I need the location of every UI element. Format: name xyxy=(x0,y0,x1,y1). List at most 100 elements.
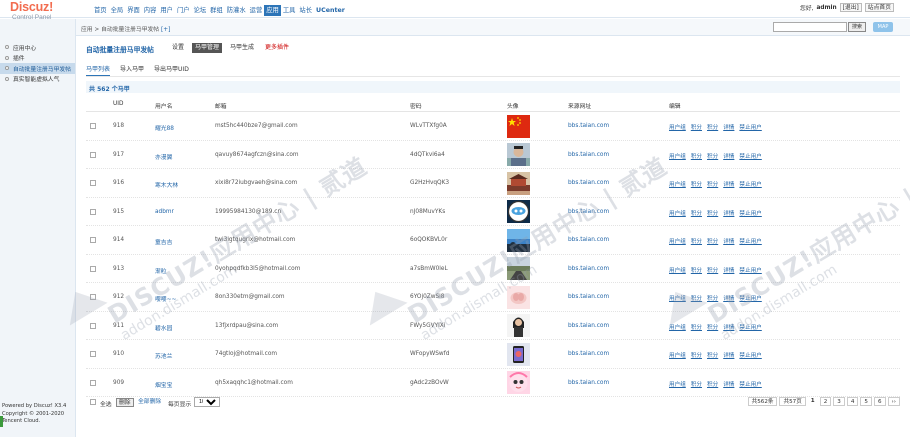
nav-item-12[interactable]: 站长 xyxy=(297,5,314,16)
search-button[interactable]: 搜索 xyxy=(848,22,866,32)
action-link-1[interactable]: 积分 xyxy=(691,209,702,217)
action-link-4[interactable]: 禁止用户 xyxy=(739,323,761,331)
source-link[interactable]: bbs.taian.com xyxy=(568,237,609,243)
username-link[interactable]: 嘤嘤~~ xyxy=(155,294,176,303)
action-link-4[interactable]: 禁止用户 xyxy=(739,152,761,160)
tab-3[interactable]: 更多插件 xyxy=(262,43,292,53)
action-link-2[interactable]: 积分 xyxy=(707,266,718,274)
action-link-1[interactable]: 积分 xyxy=(691,380,702,388)
source-link[interactable]: bbs.taian.com xyxy=(568,380,609,386)
action-link-3[interactable]: 详情 xyxy=(723,294,734,302)
action-link-1[interactable]: 积分 xyxy=(691,323,702,331)
pager-item-8[interactable]: ›› xyxy=(887,397,900,406)
action-link-1[interactable]: 积分 xyxy=(691,152,702,160)
row-checkbox[interactable] xyxy=(90,151,96,158)
action-link-0[interactable]: 用户组 xyxy=(669,209,686,217)
username-link[interactable]: 苏池兰 xyxy=(155,351,172,360)
action-link-0[interactable]: 用户组 xyxy=(669,180,686,188)
row-checkbox[interactable] xyxy=(90,351,96,357)
action-link-0[interactable]: 用户组 xyxy=(669,123,686,131)
collapse-toggle[interactable]: [+] xyxy=(161,27,170,33)
action-link-2[interactable]: 积分 xyxy=(707,237,718,245)
sidebar-item-1[interactable]: 插件 xyxy=(0,53,75,64)
per-page-select[interactable]: 10 xyxy=(194,397,220,407)
action-link-3[interactable]: 详情 xyxy=(723,237,734,245)
action-link-2[interactable]: 积分 xyxy=(707,152,718,160)
action-link-2[interactable]: 积分 xyxy=(707,209,718,217)
map-button[interactable]: MAP xyxy=(873,22,893,32)
action-link-4[interactable]: 禁止用户 xyxy=(739,351,761,359)
source-link[interactable]: bbs.taian.com xyxy=(568,180,609,186)
action-link-4[interactable]: 禁止用户 xyxy=(739,266,761,274)
tab-0[interactable]: 设置 xyxy=(169,43,187,53)
pager-item-5[interactable]: 4 xyxy=(846,397,859,406)
action-link-2[interactable]: 积分 xyxy=(707,351,718,359)
username-link[interactable]: 渐粒 xyxy=(155,266,167,275)
action-link-4[interactable]: 禁止用户 xyxy=(739,380,761,388)
action-link-4[interactable]: 禁止用户 xyxy=(739,294,761,302)
site-home-button[interactable]: 站点首页 xyxy=(864,3,894,12)
source-link[interactable]: bbs.taian.com xyxy=(568,123,609,129)
logout-button[interactable]: [退出] xyxy=(839,3,862,12)
source-link[interactable]: bbs.taian.com xyxy=(568,209,609,215)
action-link-3[interactable]: 详情 xyxy=(723,209,734,217)
nav-item-8[interactable]: 防灌水 xyxy=(225,5,248,16)
sidebar-item-2[interactable]: 自动批量注册马甲发帖 xyxy=(0,63,75,74)
row-checkbox[interactable] xyxy=(90,322,96,329)
nav-item-7[interactable]: 群组 xyxy=(208,5,225,16)
source-link[interactable]: bbs.taian.com xyxy=(568,351,609,357)
action-link-3[interactable]: 详情 xyxy=(723,351,734,359)
action-link-4[interactable]: 禁止用户 xyxy=(739,209,761,217)
pager-item-4[interactable]: 3 xyxy=(833,397,845,406)
username-link[interactable]: 烟宝宝 xyxy=(155,380,172,389)
action-link-0[interactable]: 用户组 xyxy=(669,266,686,274)
delete-all-button[interactable]: 全部删除 xyxy=(136,398,163,407)
username-link[interactable]: 童吉吉 xyxy=(155,237,172,246)
nav-item-10[interactable]: 应用 xyxy=(264,5,281,16)
nav-item-11[interactable]: 工具 xyxy=(281,5,298,16)
row-checkbox[interactable] xyxy=(90,237,96,243)
source-link[interactable]: bbs.taian.com xyxy=(568,323,609,329)
sidebar-item-0[interactable]: 应用中心 xyxy=(0,42,75,53)
nav-item-13[interactable]: UCenter xyxy=(314,5,347,16)
action-link-4[interactable]: 禁止用户 xyxy=(739,237,761,245)
action-link-1[interactable]: 积分 xyxy=(691,266,702,274)
nav-item-4[interactable]: 用户 xyxy=(158,5,175,16)
action-link-3[interactable]: 详情 xyxy=(723,266,734,274)
action-link-0[interactable]: 用户组 xyxy=(669,351,686,359)
username-link[interactable]: 寒木大林 xyxy=(155,180,178,189)
action-link-2[interactable]: 积分 xyxy=(707,294,718,302)
action-link-1[interactable]: 积分 xyxy=(691,123,702,131)
source-link[interactable]: bbs.taian.com xyxy=(568,152,609,158)
pager-item-6[interactable]: 5 xyxy=(860,397,872,406)
pager-item-7[interactable]: 6 xyxy=(873,397,886,406)
sidebar-item-3[interactable]: 真实智能虚拟人气 xyxy=(0,74,75,85)
action-link-0[interactable]: 用户组 xyxy=(669,237,686,245)
tab-1[interactable]: 马甲管理 xyxy=(192,43,223,53)
action-link-3[interactable]: 详情 xyxy=(723,180,734,188)
delete-button[interactable]: 删除 xyxy=(116,398,134,407)
action-link-0[interactable]: 用户组 xyxy=(669,380,686,388)
search-input[interactable] xyxy=(773,22,847,32)
nav-item-3[interactable]: 内容 xyxy=(142,5,159,16)
action-link-3[interactable]: 详情 xyxy=(723,380,734,388)
action-link-3[interactable]: 详情 xyxy=(723,123,734,131)
source-link[interactable]: bbs.taian.com xyxy=(568,294,609,300)
row-checkbox[interactable] xyxy=(90,123,96,129)
nav-item-6[interactable]: 论坛 xyxy=(192,5,209,16)
select-all-checkbox[interactable] xyxy=(90,399,96,405)
action-link-4[interactable]: 禁止用户 xyxy=(739,180,761,188)
tab-2[interactable]: 马甲生成 xyxy=(227,43,257,53)
action-link-2[interactable]: 积分 xyxy=(707,123,718,131)
action-link-2[interactable]: 积分 xyxy=(707,180,718,188)
username-link[interactable]: adbmr xyxy=(155,209,174,215)
nav-item-2[interactable]: 界面 xyxy=(125,5,142,16)
action-link-3[interactable]: 详情 xyxy=(723,152,734,160)
action-link-1[interactable]: 积分 xyxy=(691,237,702,245)
action-link-0[interactable]: 用户组 xyxy=(669,152,686,160)
row-checkbox[interactable] xyxy=(90,180,96,186)
source-link[interactable]: bbs.taian.com xyxy=(568,266,609,272)
row-checkbox[interactable] xyxy=(90,208,96,215)
row-checkbox[interactable] xyxy=(90,265,96,272)
nav-item-5[interactable]: 门户 xyxy=(175,5,192,16)
